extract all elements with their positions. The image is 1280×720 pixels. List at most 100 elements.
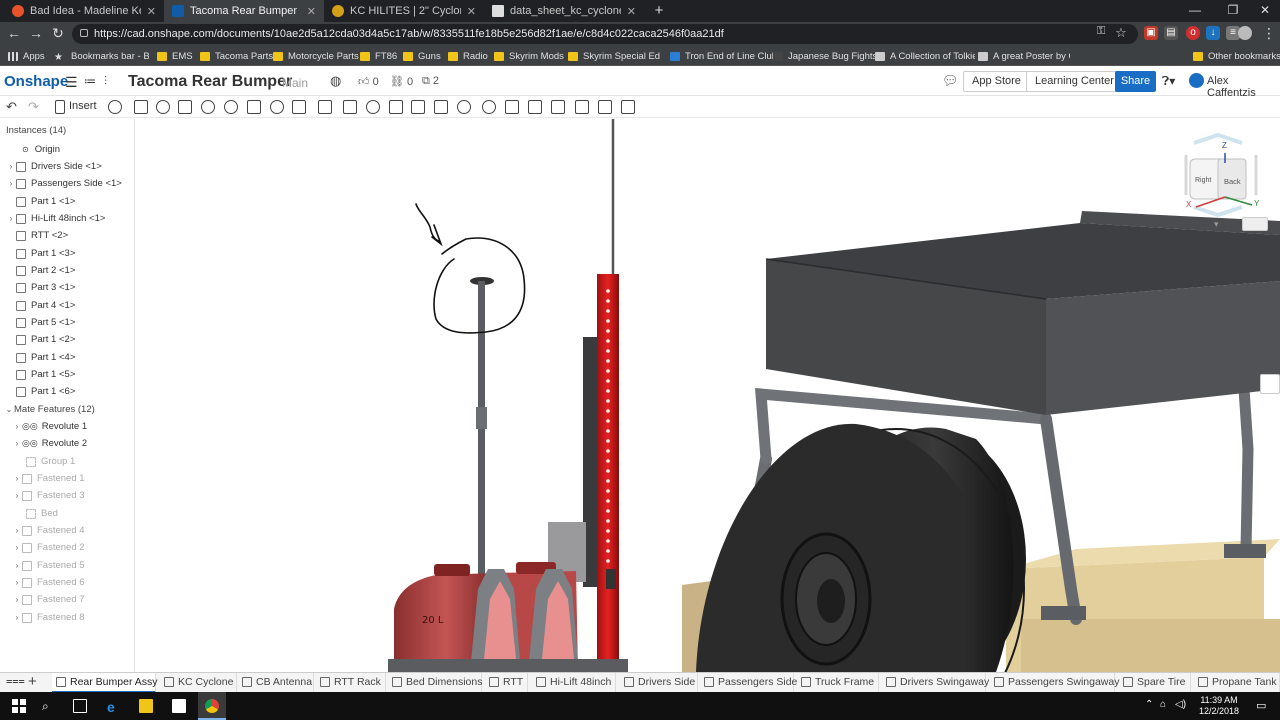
expand-caret-icon[interactable]: › — [12, 439, 22, 448]
pin-slot-mate-icon[interactable] — [292, 100, 306, 114]
tab-spare-tire[interactable]: Spare Tire — [1119, 673, 1191, 693]
ball-mate-icon[interactable] — [318, 100, 332, 114]
mate-connector-icon[interactable] — [156, 100, 170, 114]
notifications-icon[interactable]: ▭ — [1256, 699, 1270, 713]
tab-truck-frame[interactable]: Truck Frame — [797, 673, 879, 693]
view-face-right[interactable]: Right — [1195, 177, 1211, 184]
workspace-branch[interactable]: Main — [282, 76, 308, 90]
tree-mate-item[interactable]: › Fastened 4 — [0, 522, 135, 539]
explode-icon[interactable] — [551, 100, 565, 114]
expand-caret-icon[interactable]: › — [12, 561, 22, 570]
planar-mate-icon[interactable] — [247, 100, 261, 114]
extension-icon[interactable]: ▤ — [1164, 26, 1178, 40]
group-icon[interactable] — [343, 100, 357, 114]
undo-icon[interactable]: ↶ — [6, 99, 17, 115]
download-extension-icon[interactable]: ↓ — [1206, 26, 1220, 40]
configuration-icon[interactable]: ⫶ — [104, 74, 107, 89]
edge-browser-icon[interactable]: e — [107, 699, 121, 715]
tree-section-instances[interactable]: Instances (14) — [0, 122, 135, 139]
tree-mate-item[interactable]: › Fastened 3 — [0, 487, 135, 504]
insert-icon[interactable] — [55, 100, 65, 114]
hi-lift-jack[interactable] — [583, 119, 619, 672]
display-mode-icon[interactable] — [1242, 217, 1268, 231]
tab-bed-dimensions[interactable]: Bed Dimensions — [388, 673, 482, 693]
system-tray-chevron-icon[interactable]: ⌃ — [1145, 699, 1159, 713]
document-title[interactable]: Tacoma Rear Bumper — [128, 73, 292, 91]
tab-drivers-side[interactable]: Drivers Side — [620, 673, 698, 693]
onshape-logo[interactable]: Onshape — [4, 73, 68, 90]
tab-passengers-swingaway[interactable]: Passengers Swingaway — [990, 673, 1119, 693]
tab-cb-antenna[interactable]: CB Antenna — [238, 673, 314, 693]
opera-extension-icon[interactable]: o — [1186, 26, 1200, 40]
bookmark-star-icon[interactable]: ☆ — [1112, 25, 1130, 41]
tab-propane-tank[interactable]: Propane Tank — [1194, 673, 1280, 693]
tree-mate-item[interactable]: › Fastened 1 — [0, 470, 135, 487]
tree-item[interactable]: Part 2 <1> — [0, 262, 135, 279]
feature-list-icon[interactable]: ≔ — [84, 74, 96, 88]
tree-item[interactable]: › Drivers Side <1> — [0, 158, 135, 175]
app-store-button[interactable]: App Store — [963, 71, 1030, 92]
tree-item[interactable]: Part 1 <4> — [0, 349, 135, 366]
tab-hi-lift[interactable]: Hi-Lift 48inch — [532, 673, 616, 693]
network-icon[interactable]: ⌂ — [1160, 699, 1174, 713]
tab-drivers-swingaway[interactable]: Drivers Swingaway — [882, 673, 989, 693]
measure-icon[interactable] — [598, 100, 612, 114]
browser-tab-active[interactable]: Tacoma Rear Bumper | Rear Bump ✕ — [164, 0, 324, 22]
view-cube-rotate-arc[interactable] — [1193, 132, 1243, 145]
view-cube[interactable]: Z Right Back X Y — [1166, 125, 1271, 223]
volume-icon[interactable]: ◁) — [1175, 699, 1189, 713]
tree-item[interactable]: Part 1 <6> — [0, 383, 135, 400]
minimize-window-icon[interactable]: — — [1180, 3, 1210, 17]
collapse-caret-icon[interactable]: ⌄ — [4, 405, 14, 414]
forward-arrow-icon[interactable]: → — [27, 25, 45, 41]
comments-icon[interactable]: 💬︎ — [942, 73, 959, 89]
browser-tab[interactable]: Bad Idea - Madeline Kenney ✕ — [4, 0, 164, 22]
task-view-icon[interactable] — [73, 699, 87, 713]
tree-item[interactable]: Part 4 <1> — [0, 297, 135, 314]
bookmark-folder[interactable]: Skyrim Special Edition — [568, 49, 660, 63]
gear-relation-icon[interactable] — [389, 100, 403, 114]
expand-caret-icon[interactable]: › — [12, 613, 22, 622]
tree-item[interactable]: Part 1 <3> — [0, 245, 135, 262]
tab-manager-icon[interactable]: ⩶ — [6, 675, 25, 688]
browser-tab[interactable]: KC HILITES | 2" Cyclone LED Light ✕ — [324, 0, 484, 22]
bookmark-folder[interactable]: Skyrim Mods — [494, 49, 564, 63]
tree-item[interactable]: Part 5 <1> — [0, 314, 135, 331]
tab-rtt-rack[interactable]: RTT Rack — [316, 673, 386, 693]
key-icon[interactable]: ⚿ — [1092, 25, 1110, 38]
slider-mate-icon[interactable] — [224, 100, 238, 114]
bookmark-folder[interactable]: Guns — [403, 49, 441, 63]
tab-rear-bumper-assy[interactable]: Rear Bumper Assy — [52, 673, 158, 693]
spare-tire[interactable] — [696, 423, 1026, 672]
relation-icon[interactable] — [366, 100, 380, 114]
system-clock[interactable]: 11:39 AM 12/2/2018 — [1192, 695, 1246, 717]
tab-passengers-side[interactable]: Passengers Side — [700, 673, 797, 693]
user-avatar-icon[interactable] — [1189, 73, 1204, 88]
close-tab-icon[interactable]: ✕ — [467, 5, 476, 18]
tab-rtt[interactable]: RTT — [485, 673, 528, 693]
tree-mate-item[interactable]: Group 1 — [0, 453, 135, 470]
add-element-icon[interactable]: + — [28, 673, 37, 690]
address-bar[interactable]: https://cad.onshape.com/documents/10ae2d… — [72, 24, 1138, 44]
model-canvas[interactable]: 20 L — [136, 119, 1280, 672]
rack-pinion-icon[interactable] — [411, 100, 425, 114]
link-count[interactable]: ⛓ 0 — [390, 75, 413, 88]
redo-icon[interactable]: ↷ — [28, 99, 39, 115]
profile-avatar-icon[interactable] — [1238, 26, 1252, 40]
bookmark-item[interactable]: A great Poster by Olli — [978, 49, 1070, 63]
bookmark-item[interactable]: A Collection of Tolkie — [875, 49, 975, 63]
close-window-icon[interactable]: ✕ — [1250, 3, 1280, 17]
hamburger-menu-icon[interactable]: ☰ — [65, 74, 78, 91]
bookmark-item[interactable]: ★Bookmarks bar - Boo — [54, 49, 149, 63]
tree-item[interactable]: Part 3 <1> — [0, 279, 135, 296]
bookmark-item[interactable]: Japanese Bug Fights — [773, 49, 877, 63]
expand-caret-icon[interactable]: › — [12, 578, 22, 587]
screw-relation-icon[interactable] — [434, 100, 448, 114]
named-view-icon[interactable] — [621, 100, 635, 114]
tree-mate-item[interactable]: › ◎◎ Revolute 1 — [0, 418, 135, 435]
view-face-back[interactable]: Back — [1224, 177, 1241, 186]
roof-top-tent[interactable] — [765, 211, 1280, 415]
bookmark-folder[interactable]: EMS — [157, 49, 193, 63]
bookmark-apps[interactable]: Apps — [8, 49, 45, 63]
cylindrical-mate-icon[interactable] — [270, 100, 284, 114]
